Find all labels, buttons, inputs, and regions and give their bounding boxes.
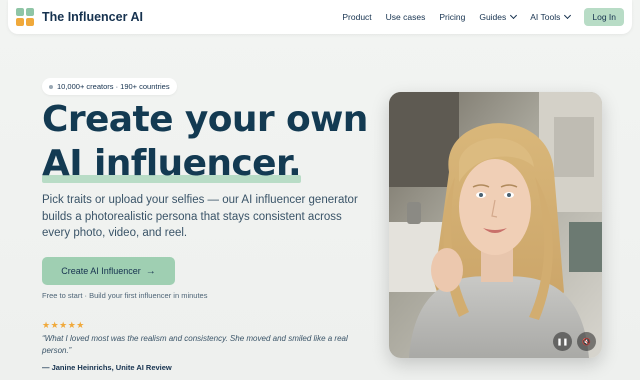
nav-use-cases[interactable]: Use cases: [386, 12, 426, 22]
nav-links: Product Use cases Pricing Guides AI Tool…: [342, 8, 624, 26]
create-influencer-button[interactable]: Create AI Influencer →: [42, 257, 175, 285]
brand-name: The Influencer AI: [42, 10, 143, 24]
dot-icon: [49, 84, 53, 89]
cta-label: Create AI Influencer: [61, 266, 141, 276]
headline-line-2: AI influencer.: [42, 142, 302, 186]
nav-ai-tools[interactable]: AI Tools: [530, 11, 572, 22]
brand-logo[interactable]: The Influencer AI: [16, 8, 143, 26]
video-frame: [389, 92, 602, 358]
nav-guides[interactable]: Guides: [479, 11, 518, 22]
logo-icon: [16, 8, 36, 26]
nav-guides-label: Guides: [479, 12, 507, 22]
social-proof-badge: 10,000+ creators · 190+ countries: [42, 78, 177, 95]
chevron-down-icon: [510, 11, 518, 20]
hero-video[interactable]: [389, 92, 602, 358]
testimonial-author: — Janine Heinrichs, Unite AI Review: [42, 363, 172, 372]
arrow-right-icon: →: [145, 265, 156, 277]
pause-button[interactable]: ❚❚: [553, 332, 572, 351]
nav-product[interactable]: Product: [342, 12, 371, 22]
pause-icon: ❚❚: [556, 338, 569, 346]
hero-headline: Create your own AI influencer.: [42, 98, 382, 186]
login-button[interactable]: Log In: [584, 8, 624, 26]
rating-stars: ★★★★★: [42, 320, 85, 330]
headline-line-2-text: AI influencer.: [42, 143, 302, 184]
badge-text: 10,000+ creators · 190+ countries: [57, 82, 170, 91]
chevron-down-icon: [564, 11, 572, 20]
top-nav: The Influencer AI Product Use cases Pric…: [8, 0, 632, 34]
nav-pricing[interactable]: Pricing: [439, 12, 465, 22]
testimonial-quote: “What I loved most was the realism and c…: [42, 334, 348, 355]
cta-note: Free to start · Build your first influen…: [42, 291, 208, 300]
nav-ai-tools-label: AI Tools: [530, 12, 561, 22]
mute-icon: 🔇: [582, 338, 591, 346]
hero-subtext: Pick traits or upload your selfies — our…: [42, 194, 358, 239]
mute-button[interactable]: 🔇: [577, 332, 596, 351]
headline-line-1: Create your own: [42, 99, 368, 140]
